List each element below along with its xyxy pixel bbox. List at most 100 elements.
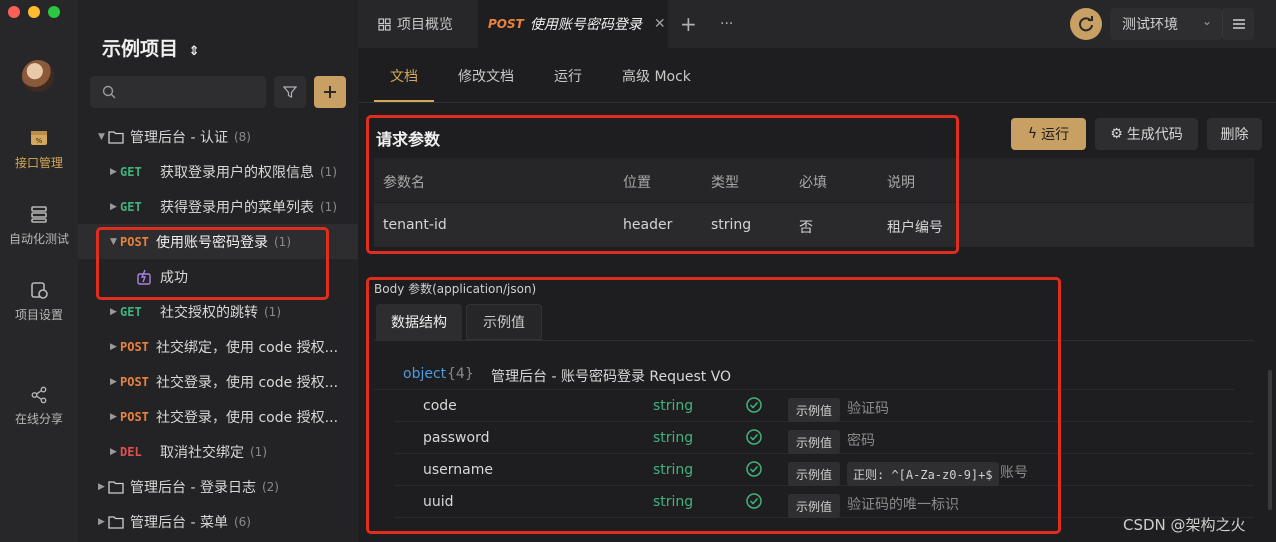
tree-label: 管理后台 - 菜单	[130, 514, 228, 531]
search-input[interactable]	[90, 76, 266, 108]
tree-folder[interactable]: ▼ 管理后台 - 认证 (8)	[78, 119, 358, 154]
method-badge: DEL	[120, 444, 142, 459]
environment-select[interactable]: 测试环境 ⌄	[1110, 8, 1222, 40]
rail-item-share[interactable]: 在线分享	[0, 386, 78, 427]
tab-api-login[interactable]: POST 使用账号密码登录 ✕	[478, 0, 668, 48]
close-icon[interactable]: ✕	[654, 16, 666, 32]
watermark: CSDN @架构之火	[1123, 516, 1246, 534]
tree-count: (1)	[250, 444, 267, 459]
delete-button[interactable]: 删除	[1207, 118, 1262, 150]
rail-item-automation-test[interactable]: 自动化测试	[0, 204, 78, 247]
menu-button[interactable]	[1222, 8, 1254, 40]
tab-project-overview[interactable]: 项目概览	[368, 0, 478, 48]
highlight-box-body-params	[366, 277, 1061, 534]
more-tabs-button[interactable]: ···	[720, 0, 740, 48]
subtab-edit-doc[interactable]: 修改文档	[458, 66, 514, 86]
tree-label: 获取登录用户的权限信息	[160, 164, 314, 181]
caret-right-icon: ▶	[98, 516, 105, 527]
highlight-box-request-params	[366, 115, 959, 254]
grid-icon	[378, 17, 391, 31]
minimize-window-icon[interactable]	[28, 6, 40, 18]
sync-icon	[1079, 16, 1093, 32]
caret-right-icon: ▶	[110, 341, 117, 352]
method-badge: POST	[120, 339, 149, 354]
tree-item[interactable]: ▶ DEL 取消社交绑定 (1)	[78, 434, 358, 469]
share-icon	[31, 386, 47, 404]
generate-code-button[interactable]: ⚙ 生成代码	[1095, 118, 1198, 150]
generate-code-label: 生成代码	[1126, 127, 1183, 143]
chevron-down-icon: ⌄	[1201, 14, 1212, 28]
tree-label: 获得登录用户的菜单列表	[160, 199, 314, 216]
rail-item-api-management[interactable]: % 接口管理	[0, 128, 78, 171]
add-button[interactable]	[314, 76, 346, 108]
subtab-advanced-mock[interactable]: 高级 Mock	[622, 66, 691, 86]
method-badge: GET	[120, 199, 142, 214]
highlight-box-sidebar	[96, 227, 329, 300]
filter-icon	[283, 86, 297, 98]
tree-item[interactable]: ▶ POST 社交登录，使用 code 授权...	[78, 399, 358, 434]
tree-item[interactable]: ▶ GET 获取登录用户的权限信息 (1)	[78, 154, 358, 189]
caret-right-icon: ▶	[110, 306, 117, 317]
method-badge: GET	[120, 304, 142, 319]
close-window-icon[interactable]	[8, 6, 20, 18]
hamburger-icon	[1233, 19, 1245, 29]
rail-item-label: 自动化测试	[8, 232, 69, 246]
tree-label: 社交授权的跳转	[160, 304, 258, 321]
lightning-icon: ϟ	[1027, 126, 1038, 142]
run-button[interactable]: ϟ 运行	[1011, 118, 1086, 150]
tree-item[interactable]: ▶ POST 社交登录，使用 code 授权...	[78, 364, 358, 399]
tree-label: 社交登录，使用 code 授权...	[156, 409, 339, 426]
caret-down-icon: ▼	[98, 131, 105, 142]
subtab-run[interactable]: 运行	[554, 66, 582, 86]
rail-item-label: 项目设置	[14, 308, 63, 322]
tree-label: 管理后台 - 认证	[130, 129, 228, 146]
project-title[interactable]: 示例项目 ⇕	[102, 34, 200, 61]
plus-icon	[324, 86, 336, 98]
caret-right-icon: ▶	[110, 446, 117, 457]
rail-item-project-settings[interactable]: 项目设置	[0, 280, 78, 323]
caret-right-icon: ▶	[110, 411, 117, 422]
active-tab-underline	[374, 100, 434, 102]
avatar[interactable]	[22, 60, 54, 92]
folder-open-icon	[108, 130, 124, 144]
top-tab-bar: 项目概览 POST 使用账号密码登录 ✕ + ··· 测试环境 ⌄	[358, 0, 1276, 48]
tree-count: (1)	[264, 304, 281, 319]
folder-icon	[108, 480, 124, 494]
tree-label: 管理后台 - 登录日志	[130, 479, 256, 496]
project-title-label: 示例项目	[102, 38, 179, 60]
tab-label: 使用账号密码登录	[529, 17, 642, 33]
method-badge: POST	[488, 17, 524, 31]
scrollbar[interactable]	[1268, 370, 1272, 510]
folder-icon	[108, 515, 124, 529]
project-settings-icon	[31, 282, 48, 299]
rail-item-label: 在线分享	[14, 412, 63, 426]
tree-item[interactable]: ▶ POST 社交绑定，使用 code 授权...	[78, 329, 358, 364]
new-tab-button[interactable]: +	[680, 0, 700, 48]
caret-right-icon: ▶	[110, 201, 117, 212]
search-icon	[102, 85, 116, 99]
caret-right-icon: ▶	[110, 166, 117, 177]
tree-item[interactable]: ▶ GET 获得登录用户的菜单列表 (1)	[78, 189, 358, 224]
tree-folder[interactable]: ▶ 管理后台 - 菜单 (6)	[78, 504, 358, 539]
tab-label: 项目概览	[397, 17, 453, 33]
tree-count: (8)	[233, 129, 251, 144]
divider	[358, 102, 1276, 103]
filter-button[interactable]	[274, 76, 306, 108]
tree-folder[interactable]: ▶ 管理后台 - 登录日志 (2)	[78, 469, 358, 504]
rail-item-label: 接口管理	[14, 156, 63, 170]
environment-label: 测试环境	[1122, 17, 1178, 33]
subtab-doc[interactable]: 文档	[390, 66, 418, 86]
code-icon: ⚙	[1110, 126, 1123, 142]
tree-label: 社交绑定，使用 code 授权...	[156, 339, 339, 356]
tree-label: 社交登录，使用 code 授权...	[156, 374, 339, 391]
sync-button[interactable]	[1070, 8, 1102, 40]
maximize-window-icon[interactable]	[48, 6, 60, 18]
tree-label: 取消社交绑定	[160, 444, 244, 461]
chevron-updown-icon: ⇕	[188, 44, 200, 59]
caret-right-icon: ▶	[110, 376, 117, 387]
automation-test-icon	[31, 206, 47, 223]
method-badge: GET	[120, 164, 142, 179]
svg-text:%: %	[36, 137, 43, 145]
delete-label: 删除	[1220, 127, 1249, 143]
tree-count: (1)	[320, 164, 337, 179]
